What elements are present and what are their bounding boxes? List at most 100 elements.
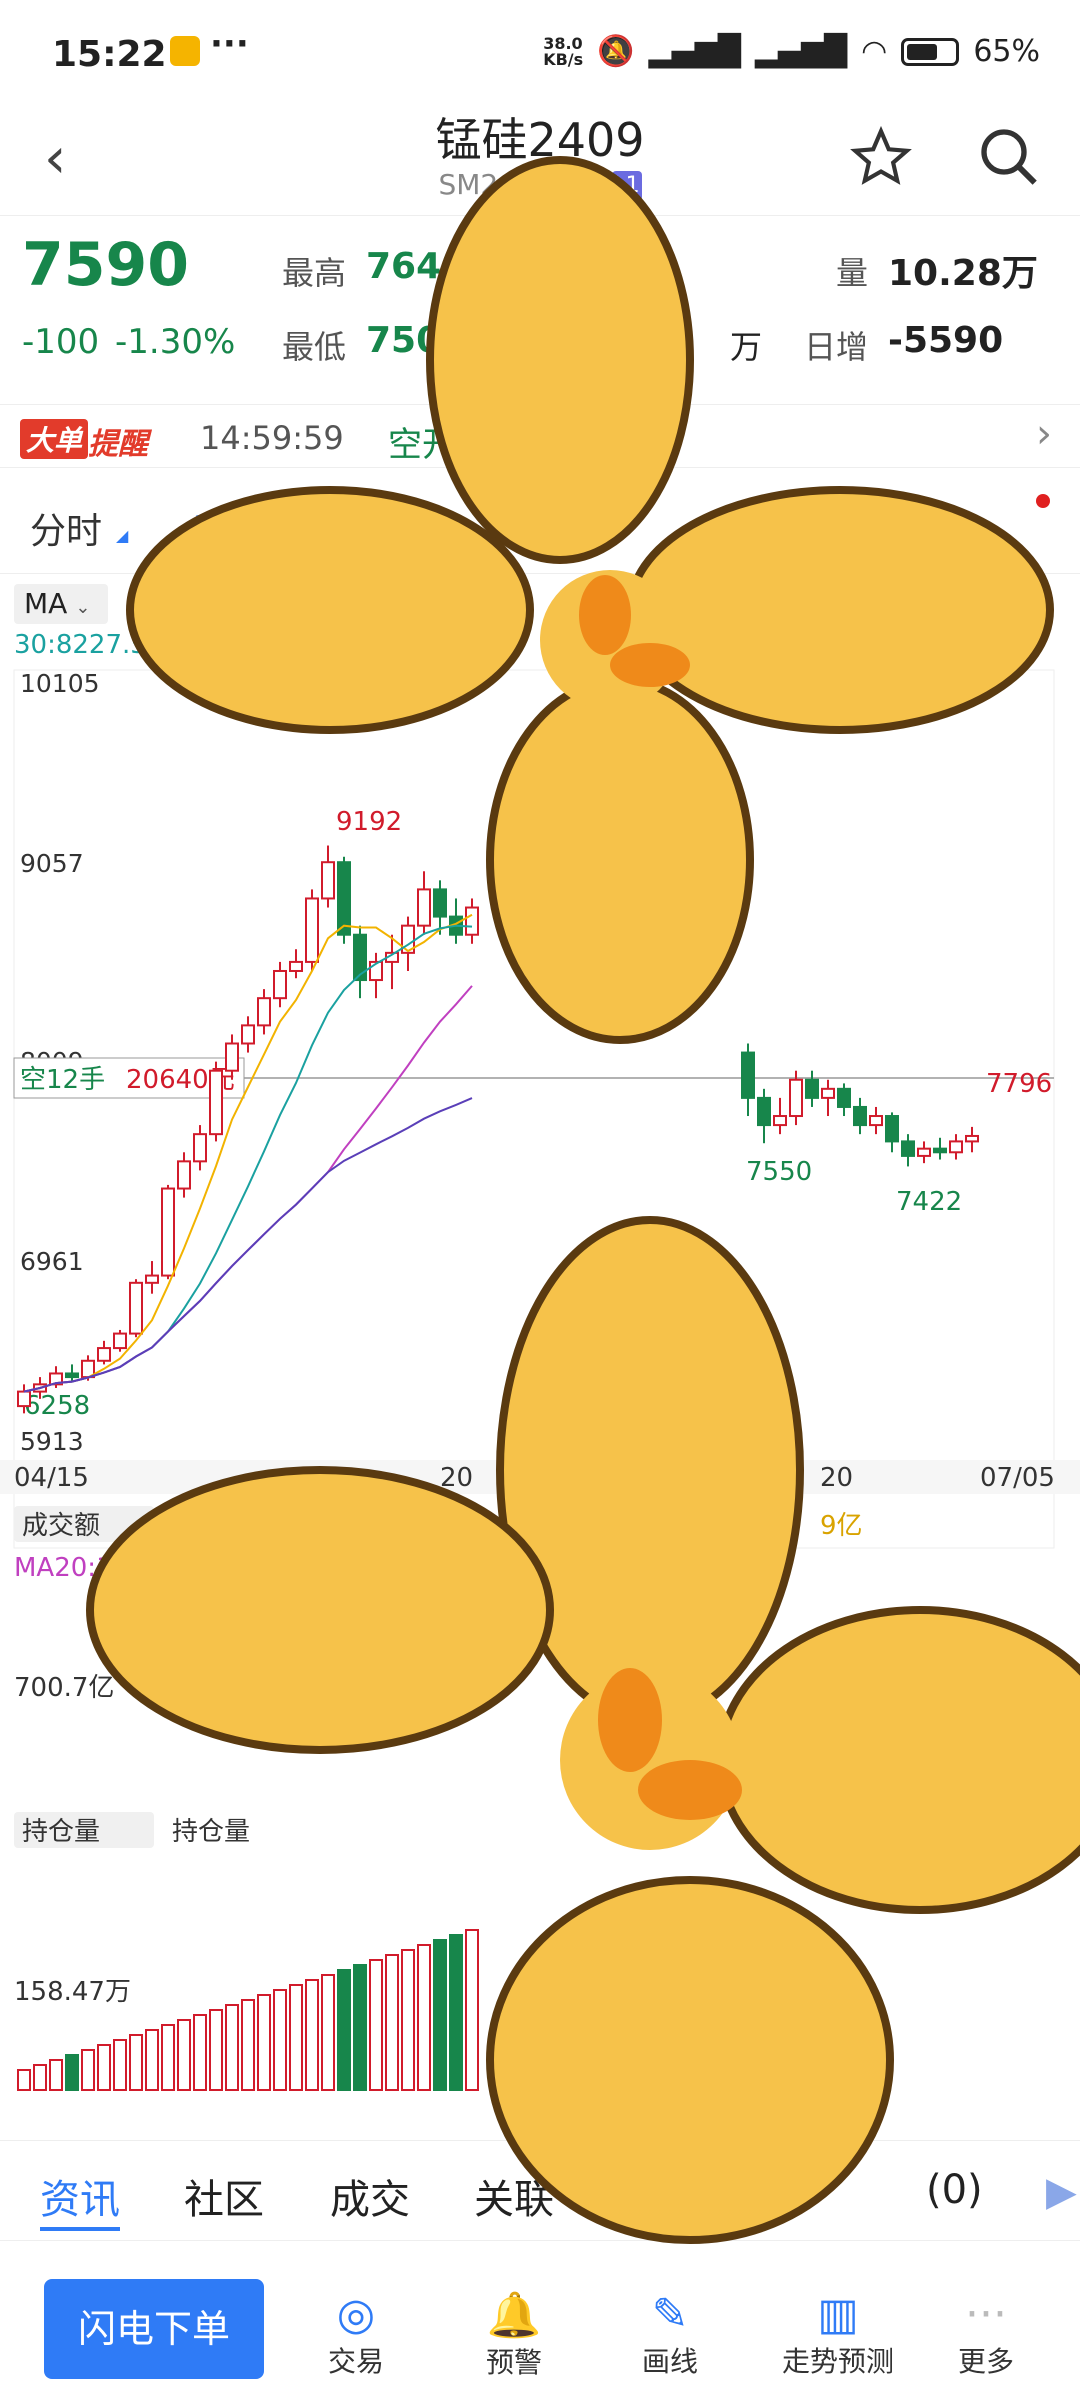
oi-bar-11 (193, 2014, 207, 2091)
chart-frame (13, 669, 1055, 1549)
volume-label: 量 (836, 254, 869, 292)
alert-badge-1: 大单 (20, 419, 89, 459)
high-label: 最高 (282, 254, 347, 292)
candle-body-3 (65, 1372, 79, 1379)
candle-body-15 (257, 997, 271, 1027)
period-tabs: 分时 ◢ 日K 0分 (0, 474, 1080, 574)
oi-bar-22 (369, 1959, 383, 2091)
turnover-tick: 700.7亿 (14, 1673, 114, 1703)
annotation-7796: 7796 (986, 1069, 1052, 1099)
status-time: 15:22 (52, 34, 167, 75)
y-tick-3: 6961 (20, 1247, 84, 1276)
oi-label2: 持仓量 (172, 1817, 250, 1847)
oi-bar-21 (353, 1964, 367, 2091)
kline-chart[interactable]: 10105 9057 8009 6961 5913 空12手 20640元 91… (0, 580, 1080, 2120)
page-title: 锰硅2409 (435, 113, 645, 167)
forecast-button[interactable]: ▥ 走势预测 (756, 2289, 920, 2380)
trade-button[interactable]: ◎ 交易 (286, 2289, 426, 2380)
flash-order-button[interactable]: 闪电下单 (44, 2279, 264, 2379)
candles-group (17, 845, 979, 1414)
tab-related[interactable]: 关联 (474, 2167, 554, 2225)
search-icon[interactable] (976, 124, 1040, 188)
candle-body-11 (193, 1133, 207, 1163)
oi-bar-17 (289, 1984, 303, 2091)
candle-body-16 (273, 969, 287, 1000)
tag-badge: 夜 (566, 171, 597, 201)
status-right: 38.0 KB/s 🔕 ▂▄▆█ ▂▄▆█ ◠ 65% (543, 34, 1040, 69)
x-tick-1: 20 (440, 1463, 473, 1493)
candle-body-19 (321, 861, 335, 900)
oi-bar-1 (33, 2064, 47, 2091)
bottom-toolbar: 闪电下单 ◎ 交易 🔔 预警 ✎ 画线 ▥ 走势预测 ··· 更多 (0, 2240, 1080, 2400)
alert-text: 空开 (388, 425, 456, 465)
forecast-label: 走势预测 (781, 2345, 894, 2378)
tab-count[interactable]: (0) (926, 2167, 983, 2213)
battery-icon (901, 37, 960, 66)
volume-value: 10.28万 (888, 253, 1038, 294)
more-label: 更多 (957, 2345, 1014, 2378)
more-dots-icon: ··· (210, 24, 249, 64)
alert-button[interactable]: 🔔 预警 (444, 2289, 584, 2381)
draw-label: 画线 (641, 2345, 698, 2378)
candle-body-9 (161, 1187, 175, 1277)
alert-badge-2: 提醒 (88, 427, 148, 462)
tab-news[interactable]: 资讯 (40, 2167, 120, 2225)
candle-body-21 (353, 933, 367, 982)
tab-minutes[interactable]: 0分 (696, 502, 755, 554)
oi-bar-26 (433, 1939, 447, 2091)
oi-bar-19 (321, 1974, 335, 2091)
annotation-high: 9192 (336, 807, 402, 837)
x-tick-3: 07/05 (980, 1463, 1055, 1493)
tab-daily[interactable]: 日K (190, 502, 250, 554)
oi-bars-group (17, 1929, 479, 2091)
price-change-pct: -1.30% (115, 322, 236, 362)
oi-bar-13 (225, 2004, 239, 2091)
big-order-alert[interactable]: 大单 提醒 14:59:59 空开 › (0, 404, 1080, 468)
contract-code: SM2409 夜 L1 (0, 168, 1080, 201)
chevron-right-icon: › (1036, 411, 1052, 457)
oi-bar-6 (113, 2039, 127, 2091)
candle-body-17 (289, 960, 303, 972)
annotation-6258: 6258 (24, 1391, 90, 1421)
x-tick-2: 20 (820, 1463, 853, 1493)
last-price: 7590 (22, 230, 189, 300)
candle-body-8 (145, 1274, 159, 1284)
more-button[interactable]: ··· 更多 (916, 2289, 1056, 2380)
y-tick-1: 9057 (20, 849, 84, 878)
tab-community[interactable]: 社区 (184, 2167, 264, 2225)
bottom-tabs: 资讯 社区 成交 关联 (0) ▶ (0, 2140, 1080, 2240)
candle-right-body-6 (837, 1087, 851, 1108)
tab-trades[interactable]: 成交 (330, 2167, 410, 2225)
draw-button[interactable]: ✎ 画线 (600, 2289, 740, 2380)
candle-body-10 (177, 1160, 191, 1190)
oi-bar-10 (177, 2019, 191, 2091)
candle-right-body-3 (789, 1078, 803, 1118)
daily-inc-value: -5590 (888, 320, 1004, 361)
price-change: -100 (22, 322, 100, 362)
signal-icon: ▂▄▆█ (648, 34, 741, 69)
oi-bar-27 (449, 1934, 463, 2091)
bell-icon: 🔔 (486, 2290, 542, 2341)
candle-body-12 (209, 1069, 223, 1136)
header: ‹ 锰硅2409 SM2409 夜 L1 (0, 104, 1080, 216)
candle-body-28 (465, 906, 479, 936)
candle-right-body-2 (773, 1115, 787, 1127)
candle-right-body-9 (885, 1115, 899, 1143)
candle-body-7 (129, 1281, 143, 1335)
wifi-icon: ◠ (861, 34, 888, 69)
chart-area[interactable]: MA⌄ 2024/0 30:8227.53 60: 10105 9057 800… (0, 580, 1080, 2120)
star-icon[interactable] (850, 126, 912, 188)
tabs-more-icon[interactable]: ▶ (1046, 2169, 1077, 2215)
candle-right-body-4 (805, 1078, 819, 1099)
level-badge: L1 (611, 171, 642, 201)
oi-suffix: 万 (730, 328, 763, 366)
tab-intraday[interactable]: 分时 (30, 502, 102, 554)
alert-time: 14:59:59 (200, 419, 344, 457)
signal2-icon: ▂▄▆█ (754, 34, 848, 69)
candle-right-body-7 (853, 1105, 867, 1127)
app-notification-icon (170, 36, 200, 66)
contract-code-text: SM2409 (438, 168, 552, 201)
oi-bar-5 (97, 2044, 111, 2091)
status-bar: 15:22 ··· 38.0 KB/s 🔕 ▂▄▆█ ▂▄▆█ ◠ 65% (0, 0, 1080, 104)
candle-right-body-1 (757, 1096, 771, 1127)
